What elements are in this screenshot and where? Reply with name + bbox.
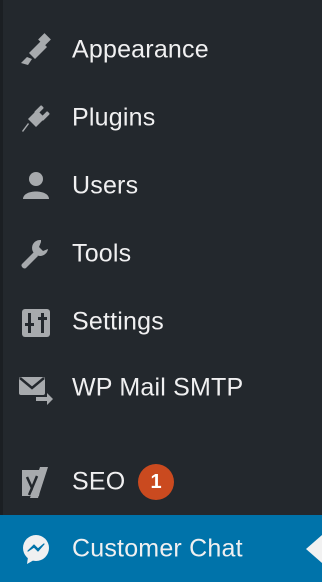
menu-item-label: Appearance <box>72 35 209 64</box>
admin-sidebar-menu: Appearance Plugins Users Tools Settings … <box>0 0 322 582</box>
menu-item-label: Tools <box>72 239 132 268</box>
plug-icon <box>18 100 54 136</box>
paintbrush-icon <box>18 32 54 68</box>
wrench-icon <box>18 236 54 272</box>
menu-item-label: Settings <box>72 307 164 336</box>
menu-item-customer-chat[interactable]: Customer Chat <box>0 515 322 582</box>
menu-item-label: SEO <box>72 467 126 496</box>
menu-item-label: Users <box>72 171 139 200</box>
menu-item-wp-mail-smtp[interactable]: WP Mail SMTP <box>0 361 322 415</box>
user-icon <box>18 168 54 204</box>
notification-badge: 1 <box>138 464 174 500</box>
menu-item-label: Plugins <box>72 103 156 132</box>
menu-item-label: Customer Chat <box>72 534 243 562</box>
menu-item-plugins[interactable]: Plugins <box>0 91 322 145</box>
menu-item-users[interactable]: Users <box>0 159 322 213</box>
mail-arrow-icon <box>18 370 54 406</box>
menu-item-seo[interactable]: SEO 1 <box>0 455 322 509</box>
menu-item-label: WP Mail SMTP <box>72 373 244 402</box>
menu-item-appearance[interactable]: Appearance <box>0 23 322 77</box>
active-indicator-arrow <box>306 534 322 563</box>
menu-item-tools[interactable]: Tools <box>0 227 322 281</box>
menu-item-settings[interactable]: Settings <box>0 295 322 349</box>
messenger-icon <box>18 531 54 567</box>
yoast-y-icon <box>18 464 54 500</box>
settings-sliders-icon <box>18 304 54 340</box>
